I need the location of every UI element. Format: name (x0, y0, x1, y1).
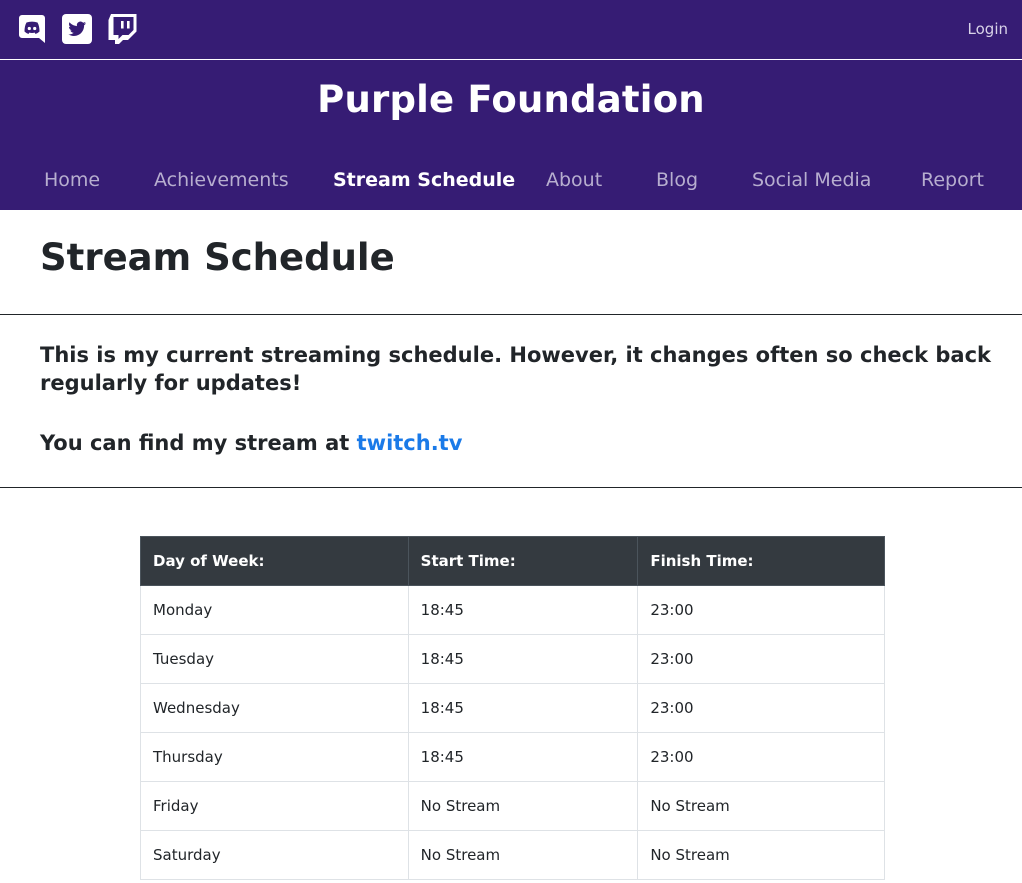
start-time-cell: 18:45 (407, 634, 639, 684)
day-cell: Thursday (140, 732, 409, 782)
start-time-cell: 18:45 (407, 732, 639, 782)
stream-location-text: You can find my stream at twitch.tv (40, 429, 462, 457)
top-bar: Login (0, 0, 1022, 60)
column-header-finish: Finish Time: (637, 536, 885, 586)
table-row: Friday No Stream No Stream (140, 781, 885, 831)
start-time-cell: No Stream (407, 781, 639, 831)
day-cell: Saturday (140, 830, 409, 880)
intro-text: This is my current streaming schedule. H… (40, 343, 991, 395)
start-time-cell: 18:45 (407, 585, 639, 635)
day-cell: Friday (140, 781, 409, 831)
schedule-table: Day of Week: Start Time: Finish Time: Mo… (140, 536, 885, 880)
start-time-cell: 18:45 (407, 683, 639, 733)
table-row: Wednesday 18:45 23:00 (140, 683, 885, 733)
table-header-row: Day of Week: Start Time: Finish Time: (140, 536, 885, 586)
divider (0, 314, 1022, 315)
nav-achievements[interactable]: Achievements (154, 169, 289, 191)
day-cell: Tuesday (140, 634, 409, 684)
finish-time-cell: 23:00 (637, 585, 885, 635)
day-cell: Wednesday (140, 683, 409, 733)
nav-home[interactable]: Home (44, 169, 100, 191)
finish-time-cell: 23:00 (637, 683, 885, 733)
twitch-link[interactable]: twitch.tv (357, 431, 463, 455)
login-link[interactable]: Login (968, 20, 1008, 38)
day-cell: Monday (140, 585, 409, 635)
table-row: Monday 18:45 23:00 (140, 585, 885, 635)
twitter-icon[interactable] (61, 13, 93, 45)
nav-blog[interactable]: Blog (656, 169, 698, 191)
table-row: Thursday 18:45 23:00 (140, 732, 885, 782)
page-title: Stream Schedule (40, 236, 395, 279)
site-title[interactable]: Purple Foundation (0, 78, 1022, 121)
stream-location-prefix: You can find my stream at (40, 431, 357, 455)
finish-time-cell: 23:00 (637, 732, 885, 782)
discord-icon[interactable] (18, 13, 50, 45)
column-header-start: Start Time: (407, 536, 639, 586)
nav-stream-schedule[interactable]: Stream Schedule (333, 169, 515, 191)
table-row: Saturday No Stream No Stream (140, 830, 885, 880)
nav-report[interactable]: Report (921, 169, 984, 191)
start-time-cell: No Stream (407, 830, 639, 880)
divider (0, 487, 1022, 488)
finish-time-cell: No Stream (637, 781, 885, 831)
finish-time-cell: No Stream (637, 830, 885, 880)
nav-social-media[interactable]: Social Media (752, 169, 871, 191)
nav-about[interactable]: About (546, 169, 602, 191)
site-header: Purple Foundation Home Achievements Stre… (0, 60, 1022, 210)
finish-time-cell: 23:00 (637, 634, 885, 684)
table-row: Tuesday 18:45 23:00 (140, 634, 885, 684)
twitch-icon[interactable] (107, 13, 139, 45)
column-header-day: Day of Week: (140, 536, 409, 586)
